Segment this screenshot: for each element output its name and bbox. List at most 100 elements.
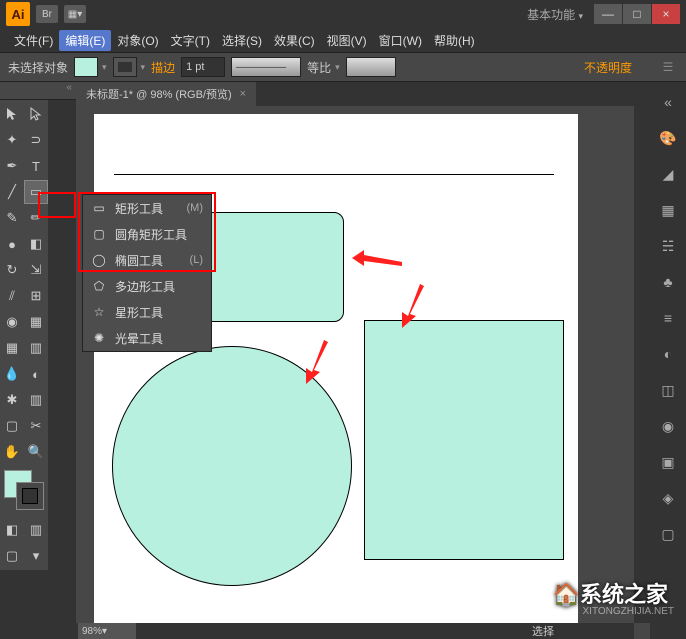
hand-tool[interactable]: ✋ (0, 440, 24, 464)
slice-tool[interactable]: ✂ (24, 414, 48, 438)
document-tab-title: 未标题-1* @ 98% (RGB/预览) (86, 86, 232, 102)
document-tab-close-icon[interactable]: × (240, 88, 246, 100)
document-tab[interactable]: 未标题-1* @ 98% (RGB/预览) × (76, 82, 256, 106)
shape-tool-flyout: ▭矩形工具(M) ▢圆角矩形工具 ◯椭圆工具(L) ⬠多边形工具 ☆星形工具 ✺… (82, 194, 212, 352)
eraser-tool[interactable]: ◧ (24, 232, 48, 256)
menu-window[interactable]: 窗口(W) (373, 32, 428, 49)
stroke-swatch[interactable] (113, 57, 137, 77)
minimize-button[interactable]: — (594, 4, 622, 24)
symbols-panel-icon[interactable]: ♣ (656, 270, 680, 294)
flyout-star-tool[interactable]: ☆星形工具 (83, 299, 211, 325)
paintbrush-tool[interactable]: ✎ (0, 206, 24, 230)
close-button[interactable]: × (652, 4, 680, 24)
type-tool[interactable]: T (24, 154, 48, 178)
zoom-input[interactable]: 98% ▾ (78, 623, 136, 639)
selection-tool[interactable] (0, 102, 24, 126)
style-label: 等比 (307, 59, 331, 76)
menu-select[interactable]: 选择(S) (216, 32, 268, 49)
flyout-polygon-tool[interactable]: ⬠多边形工具 (83, 273, 211, 299)
arrange-button[interactable]: ▦▾ (64, 5, 86, 23)
color-panel (4, 470, 44, 510)
star-icon: ☆ (91, 304, 107, 320)
appearance-panel-icon[interactable]: ◉ (656, 414, 680, 438)
magic-wand-tool[interactable]: ✦ (0, 128, 24, 152)
document-tabs: 未标题-1* @ 98% (RGB/预览) × (76, 82, 650, 106)
status-bar: 98% ▾ 选择 (76, 623, 634, 639)
opacity-label[interactable]: 不透明度 (584, 59, 632, 76)
mesh-tool[interactable]: ▦ (0, 336, 24, 360)
flyout-rectangle-tool[interactable]: ▭矩形工具(M) (83, 195, 211, 221)
shape-builder-tool[interactable]: ◉ (0, 310, 24, 334)
rotate-tool[interactable]: ↻ (0, 258, 24, 282)
control-menu-icon[interactable]: ☰ (658, 57, 678, 77)
shape-line[interactable] (114, 174, 554, 175)
toolbox: ✦⊃ ✒T ╱▭ ✎✏ ●◧ ↻⇲ ⫽⊞ ◉▦ ▦▥ 💧◐ ✱▥ ▢✂ ✋🔍 ◧… (0, 100, 48, 570)
bridge-button[interactable]: Br (36, 5, 58, 23)
stroke-weight-input[interactable] (181, 57, 225, 77)
scale-dropdown-icon[interactable]: ▾ (335, 62, 340, 73)
screen-mode-icon[interactable]: ▢ (0, 544, 24, 568)
gradient-panel-icon[interactable]: ◐ (656, 342, 680, 366)
zoom-tool[interactable]: 🔍 (24, 440, 48, 464)
color-guide-icon[interactable]: ◢ (656, 162, 680, 186)
symbol-sprayer-tool[interactable]: ✱ (0, 388, 24, 412)
app-logo: Ai (6, 2, 30, 26)
brush-definition[interactable]: ————— (231, 57, 301, 77)
fill-dropdown-icon[interactable]: ▾ (102, 62, 107, 73)
graph-tool[interactable]: ▥ (24, 388, 48, 412)
menu-view[interactable]: 视图(V) (321, 32, 373, 49)
graphic-styles-icon[interactable]: ▣ (656, 450, 680, 474)
width-tool[interactable]: ⫽ (0, 284, 24, 308)
line-tool[interactable]: ╱ (0, 180, 24, 204)
annotation-arrow-2 (390, 284, 430, 328)
swatches-panel-icon[interactable]: ▦ (656, 198, 680, 222)
artboard-tool[interactable]: ▢ (0, 414, 24, 438)
stroke-color[interactable] (16, 482, 44, 510)
layers-panel-icon[interactable]: ◈ (656, 486, 680, 510)
artboard[interactable] (94, 114, 578, 639)
perspective-tool[interactable]: ▦ (24, 310, 48, 334)
vertical-scrollbar[interactable] (634, 106, 650, 623)
flyout-flare-tool[interactable]: ✺光晕工具 (83, 325, 211, 351)
gradient-mode-icon[interactable]: ▥ (24, 518, 48, 542)
change-screen-icon[interactable]: ▾ (24, 544, 48, 568)
pencil-tool[interactable]: ✏ (24, 206, 48, 230)
shape-rounded-rectangle[interactable] (204, 212, 344, 322)
menu-file[interactable]: 文件(F) (8, 32, 59, 49)
stroke-panel-icon[interactable]: ≡ (656, 306, 680, 330)
blend-tool[interactable]: ◐ (24, 362, 48, 386)
fill-swatch[interactable] (74, 57, 98, 77)
blob-brush-tool[interactable]: ● (0, 232, 24, 256)
canvas-viewport[interactable]: 98% ▾ 选择 (76, 106, 650, 639)
stroke-label[interactable]: 描边 (151, 59, 175, 76)
menu-text[interactable]: 文字(T) (165, 32, 216, 49)
lasso-tool[interactable]: ⊃ (24, 128, 48, 152)
scale-tool[interactable]: ⇲ (24, 258, 48, 282)
toolbox-tab[interactable]: « (0, 82, 76, 100)
menu-edit[interactable]: 编辑(E) (59, 30, 111, 51)
artboards-panel-icon[interactable]: ▢ (656, 522, 680, 546)
color-mode-icon[interactable]: ◧ (0, 518, 24, 542)
free-transform-tool[interactable]: ⊞ (24, 284, 48, 308)
style-dropdown[interactable] (346, 57, 396, 77)
brushes-panel-icon[interactable]: ☵ (656, 234, 680, 258)
menu-bar: 文件(F) 编辑(E) 对象(O) 文字(T) 选择(S) 效果(C) 视图(V… (0, 28, 686, 52)
pen-tool[interactable]: ✒ (0, 154, 24, 178)
color-panel-icon[interactable]: 🎨 (656, 126, 680, 150)
workspace-switcher[interactable]: 基本功能 ▾ (527, 6, 583, 23)
stroke-dropdown-icon[interactable]: ▾ (141, 62, 146, 73)
eyedropper-tool[interactable]: 💧 (0, 362, 24, 386)
rectangle-tool[interactable]: ▭ (24, 180, 48, 204)
flyout-ellipse-tool[interactable]: ◯椭圆工具(L) (83, 247, 211, 273)
transparency-panel-icon[interactable]: ◫ (656, 378, 680, 402)
flyout-rounded-rectangle-tool[interactable]: ▢圆角矩形工具 (83, 221, 211, 247)
maximize-button[interactable]: □ (623, 4, 651, 24)
current-tool-label: 选择 (532, 623, 554, 639)
menu-help[interactable]: 帮助(H) (428, 32, 481, 49)
gradient-tool[interactable]: ▥ (24, 336, 48, 360)
menu-effect[interactable]: 效果(C) (268, 32, 321, 49)
direct-selection-tool[interactable] (24, 102, 48, 126)
menu-object[interactable]: 对象(O) (111, 32, 164, 49)
expand-dock-icon[interactable]: « (656, 90, 680, 114)
shape-rectangle[interactable] (364, 320, 564, 560)
